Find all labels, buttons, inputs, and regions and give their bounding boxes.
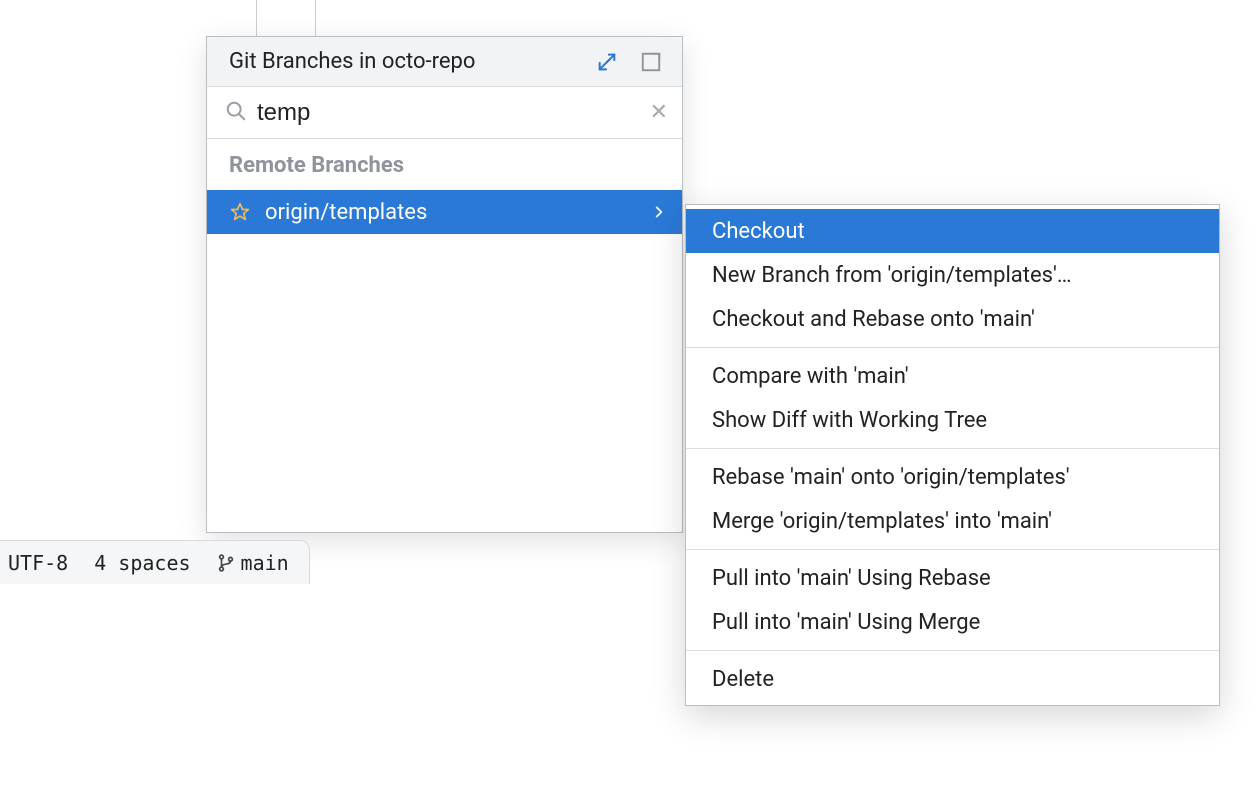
menu-separator [686,650,1219,651]
menu-item-compare[interactable]: Compare with 'main' [686,354,1219,398]
status-branch[interactable]: main [213,551,293,575]
menu-item-merge-into[interactable]: Merge 'origin/templates' into 'main' [686,499,1219,543]
popup-title: Git Branches in octo-repo [229,49,580,74]
remote-branches-section-label: Remote Branches [207,139,682,190]
expand-icon[interactable] [634,45,668,79]
star-icon[interactable] [229,201,251,223]
git-branches-popup: Git Branches in octo-repo ✕ [206,36,683,533]
status-encoding[interactable]: UTF-8 [4,551,72,575]
popup-notch [256,0,316,36]
branch-search-input[interactable] [257,99,640,127]
branch-name: origin/templates [265,200,427,225]
status-branch-name: main [241,551,289,575]
chevron-right-icon [652,200,666,225]
branch-icon [217,554,235,572]
fetch-icon[interactable] [590,45,624,79]
menu-item-pull-merge[interactable]: Pull into 'main' Using Merge [686,600,1219,644]
menu-item-new-branch-from[interactable]: New Branch from 'origin/templates'… [686,253,1219,297]
search-icon [225,100,247,126]
menu-item-delete[interactable]: Delete [686,657,1219,701]
branch-search-row: ✕ [207,87,682,139]
status-bar: UTF-8 4 spaces main [0,540,310,584]
menu-item-checkout-rebase[interactable]: Checkout and Rebase onto 'main' [686,297,1219,341]
menu-item-show-diff[interactable]: Show Diff with Working Tree [686,398,1219,442]
menu-item-checkout[interactable]: Checkout [686,209,1219,253]
menu-separator [686,549,1219,550]
branch-context-menu: Checkout New Branch from 'origin/templat… [685,204,1220,706]
menu-item-pull-rebase[interactable]: Pull into 'main' Using Rebase [686,556,1219,600]
clear-search-icon[interactable]: ✕ [650,100,668,125]
branch-item-origin-templates[interactable]: origin/templates [207,190,682,234]
menu-separator [686,448,1219,449]
menu-separator [686,347,1219,348]
popup-header: Git Branches in octo-repo [207,37,682,87]
menu-item-rebase-onto[interactable]: Rebase 'main' onto 'origin/templates' [686,455,1219,499]
status-indent[interactable]: 4 spaces [90,551,194,575]
